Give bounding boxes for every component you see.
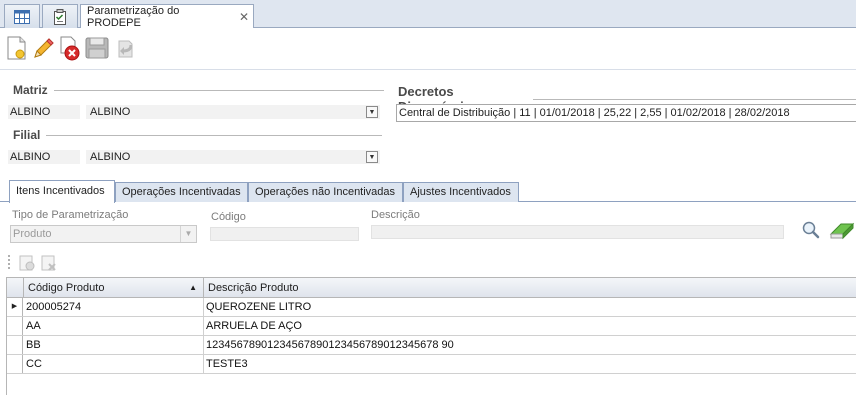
add-record-icon bbox=[19, 255, 35, 271]
grid-toolbar-grip bbox=[8, 255, 11, 269]
filial-dropdown-button[interactable]: ▼ bbox=[366, 151, 378, 163]
filial-group-title: Filial bbox=[13, 128, 383, 142]
cell-codigo[interactable]: 200005274 bbox=[24, 298, 204, 316]
decretos-divider bbox=[533, 98, 856, 100]
tipo-select-value: Produto bbox=[13, 228, 52, 240]
tab-ajustes-incentivados[interactable]: Ajustes Incentivados bbox=[403, 182, 519, 202]
cell-descricao[interactable]: TESTE3 bbox=[204, 355, 856, 373]
chevron-down-icon: ▼ bbox=[180, 226, 196, 242]
toolbar bbox=[0, 28, 856, 70]
matriz-divider bbox=[53, 89, 384, 91]
products-grid: Código Produto ▲ Descrição Produto ▶ 200… bbox=[6, 277, 856, 395]
tab-grid-view[interactable] bbox=[4, 4, 40, 28]
pencil-icon bbox=[34, 38, 54, 58]
grid-remove-button[interactable] bbox=[40, 254, 58, 272]
matriz-name[interactable]: ALBINO bbox=[86, 105, 380, 119]
close-tab-icon[interactable]: ✕ bbox=[239, 10, 249, 24]
form-area: Matriz ALBINO ALBINO ▼ Filial ALBINO ALB… bbox=[0, 70, 856, 395]
matriz-dropdown-button[interactable]: ▼ bbox=[366, 106, 378, 118]
decretos-select[interactable]: Central de Distribuição | 11 | 01/01/201… bbox=[396, 104, 856, 122]
cell-descricao[interactable]: QUEROZENE LITRO bbox=[204, 298, 856, 316]
matriz-title: Matriz bbox=[13, 83, 48, 97]
grid-add-button[interactable] bbox=[18, 254, 36, 272]
tab-operacoes-incentivadas[interactable]: Operações Incentivadas bbox=[115, 182, 248, 202]
filial-title: Filial bbox=[13, 128, 41, 142]
clipboard-icon bbox=[54, 8, 66, 25]
tab-itens-incentivados[interactable]: Itens Incentivados bbox=[9, 180, 115, 203]
row-indicator bbox=[7, 336, 23, 354]
undo-icon bbox=[118, 40, 133, 58]
filial-divider bbox=[46, 134, 383, 136]
row-indicator bbox=[7, 317, 23, 335]
filial-field: ALBINO ALBINO bbox=[8, 150, 380, 164]
table-row[interactable]: ▶ 200005274 QUEROZENE LITRO bbox=[7, 298, 856, 317]
cell-codigo[interactable]: AA bbox=[24, 317, 204, 335]
filial-name[interactable]: ALBINO bbox=[86, 150, 380, 164]
delete-button[interactable] bbox=[54, 33, 84, 63]
table-row[interactable]: CC TESTE3 bbox=[7, 355, 856, 374]
cell-codigo[interactable]: BB bbox=[24, 336, 204, 354]
search-button[interactable] bbox=[801, 220, 821, 240]
filial-code[interactable]: ALBINO bbox=[8, 150, 80, 164]
tab-parametrizacao-prodepe[interactable]: Parametrização do PRODEPE ✕ bbox=[80, 4, 254, 29]
grid-header-indicator bbox=[7, 278, 24, 298]
row-indicator-icon: ▶ bbox=[7, 298, 23, 316]
matriz-field: ALBINO ALBINO bbox=[8, 105, 380, 119]
remove-record-icon bbox=[41, 255, 56, 271]
document-tabstrip: Parametrização do PRODEPE ✕ bbox=[0, 0, 856, 29]
cell-descricao[interactable]: ARRUELA DE AÇO bbox=[204, 317, 856, 335]
table-row[interactable]: BB 1234567890123456789012345678901234567… bbox=[7, 336, 856, 355]
save-button[interactable] bbox=[82, 33, 112, 63]
descricao-label: Descrição bbox=[371, 209, 420, 221]
codigo-label: Código bbox=[211, 211, 246, 223]
matriz-group-title: Matriz bbox=[13, 83, 384, 97]
column-header-descricao[interactable]: Descrição Produto bbox=[204, 278, 856, 298]
matriz-code[interactable]: ALBINO bbox=[8, 105, 80, 119]
save-disk-icon bbox=[85, 37, 109, 59]
codigo-input[interactable] bbox=[210, 227, 359, 241]
table-row[interactable]: AA ARRUELA DE AÇO bbox=[7, 317, 856, 336]
search-icon bbox=[802, 221, 820, 239]
tab-operacoes-nao-incentivadas[interactable]: Operações não Incentivadas bbox=[248, 182, 403, 202]
delete-icon bbox=[60, 36, 80, 61]
tipo-label: Tipo de Parametrização bbox=[12, 209, 129, 221]
cell-codigo[interactable]: CC bbox=[24, 355, 204, 373]
column-header-descricao-label: Descrição Produto bbox=[208, 282, 299, 294]
cell-descricao[interactable]: 12345678901234567890123456789012345678 9… bbox=[204, 336, 856, 354]
descricao-input[interactable] bbox=[371, 225, 784, 239]
column-header-codigo-label: Código Produto bbox=[28, 282, 105, 294]
column-header-codigo[interactable]: Código Produto ▲ bbox=[24, 278, 204, 298]
tipo-select[interactable]: Produto ▼ bbox=[10, 225, 197, 243]
tab-parametrizacao-label: Parametrização do PRODEPE bbox=[87, 5, 180, 29]
new-document-icon bbox=[7, 36, 26, 60]
tab-checklist[interactable] bbox=[42, 4, 78, 28]
grid-view-icon bbox=[14, 9, 30, 24]
filial-name-text: ALBINO bbox=[90, 151, 131, 163]
subtabs-bar: Itens Incentivados Operações Incentivada… bbox=[0, 180, 856, 203]
grid-header: Código Produto ▲ Descrição Produto bbox=[7, 277, 856, 298]
sort-ascending-icon: ▲ bbox=[189, 283, 197, 292]
undo-button[interactable] bbox=[110, 33, 140, 63]
row-indicator bbox=[7, 355, 23, 373]
clear-button[interactable] bbox=[829, 220, 855, 240]
eraser-icon bbox=[829, 222, 855, 240]
matriz-name-text: ALBINO bbox=[90, 106, 131, 118]
